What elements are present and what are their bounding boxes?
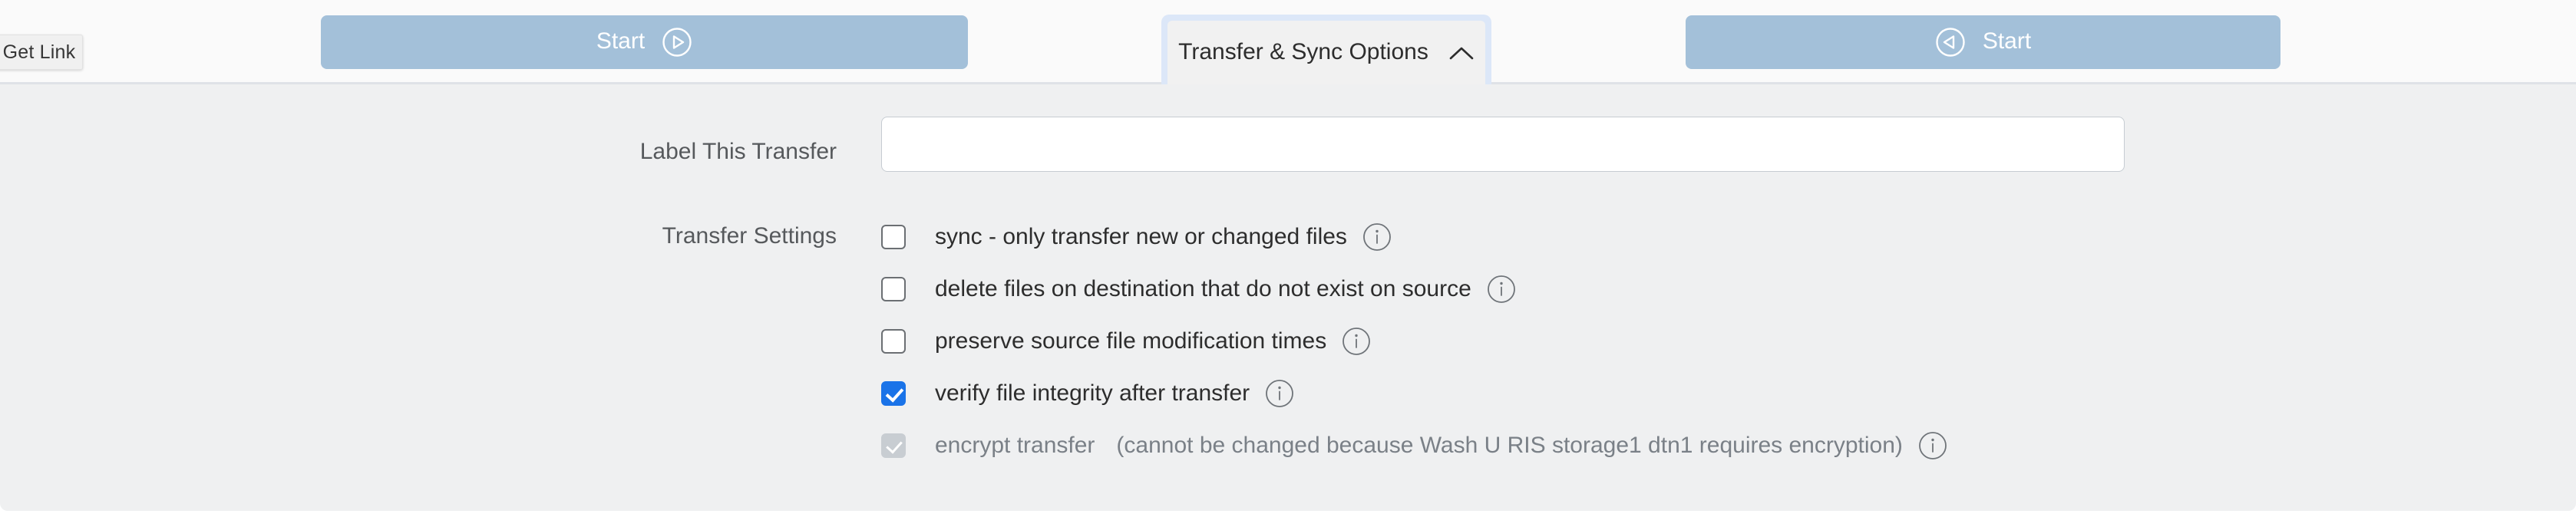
- option-row-delete[interactable]: delete files on destination that do not …: [881, 263, 1947, 315]
- chevron-up-icon: [1448, 44, 1475, 61]
- checkbox-delete-files[interactable]: [881, 277, 906, 301]
- get-link-button[interactable]: Get Link: [0, 35, 83, 70]
- start-right-label: Start: [1982, 28, 2032, 54]
- start-transfer-right-button[interactable]: Start: [1686, 15, 2280, 69]
- transfer-options-screen: Get Link Start Transfer & Sync Options S…: [0, 0, 2576, 517]
- top-toolbar: Get Link Start Transfer & Sync Options S…: [0, 0, 2576, 85]
- transfer-settings-options: sync - only transfer new or changed file…: [881, 211, 1947, 472]
- transfer-sync-options-tab[interactable]: Transfer & Sync Options: [1167, 21, 1485, 85]
- option-label-delete: delete files on destination that do not …: [935, 276, 1471, 301]
- play-circle-right-icon: [662, 27, 692, 58]
- transfer-sync-options-tab-focus-ring: Transfer & Sync Options: [1161, 15, 1491, 85]
- option-row-preserve-times[interactable]: preserve source file modification times: [881, 315, 1947, 367]
- checkbox-preserve-times[interactable]: [881, 329, 906, 354]
- transfer-label-input[interactable]: [881, 117, 2125, 172]
- transfer-sync-options-panel: Label This Transfer Transfer Settings sy…: [0, 84, 2576, 511]
- option-label-sync: sync - only transfer new or changed file…: [935, 224, 1347, 249]
- get-link-label: Get Link: [2, 41, 76, 63]
- checkbox-sync[interactable]: [881, 225, 906, 249]
- option-row-verify-integrity[interactable]: verify file integrity after transfer: [881, 367, 1947, 420]
- info-circle-icon[interactable]: [1918, 431, 1947, 460]
- option-label-encrypt-transfer: encrypt transfer: [935, 433, 1095, 458]
- option-note-encrypt-transfer: (cannot be changed because Wash U RIS st…: [1116, 433, 1903, 458]
- info-circle-icon[interactable]: [1265, 379, 1294, 408]
- checkbox-verify-integrity[interactable]: [881, 381, 906, 406]
- option-label-verify-integrity: verify file integrity after transfer: [935, 380, 1250, 406]
- option-row-encrypt-transfer: encrypt transfer (cannot be changed beca…: [881, 420, 1947, 472]
- option-row-sync[interactable]: sync - only transfer new or changed file…: [881, 211, 1947, 263]
- play-circle-left-icon: [1935, 27, 1966, 58]
- info-circle-icon[interactable]: [1487, 275, 1516, 304]
- info-circle-icon[interactable]: [1362, 222, 1392, 252]
- transfer-settings-label: Transfer Settings: [662, 223, 837, 249]
- start-left-label: Start: [596, 28, 646, 54]
- start-transfer-left-button[interactable]: Start: [321, 15, 968, 69]
- transfer-sync-options-label: Transfer & Sync Options: [1178, 39, 1428, 64]
- label-this-transfer-label: Label This Transfer: [639, 139, 837, 164]
- info-circle-icon[interactable]: [1342, 327, 1371, 356]
- checkbox-encrypt-transfer: [881, 433, 906, 458]
- option-label-preserve-times: preserve source file modification times: [935, 328, 1327, 354]
